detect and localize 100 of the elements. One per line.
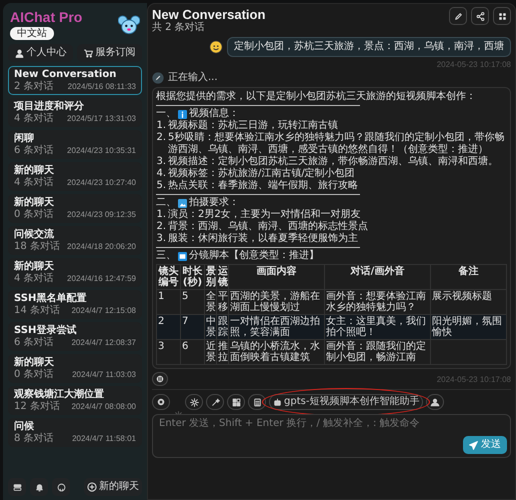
- send-button[interactable]: 发送: [463, 436, 507, 454]
- plus-circle-icon: [87, 482, 97, 492]
- conversation-time: 2024/4/23 10:35:31: [67, 145, 136, 156]
- message-count: 8 条对话: [14, 433, 54, 444]
- table-cell: 3: [156, 340, 180, 364]
- list-text: 演员：2男2女，主要为一对情侣和一对朋友: [168, 209, 361, 220]
- message-count: 4 条对话: [14, 273, 54, 284]
- list-text: 视频标题：苏杭三日游，玩转江南古镇: [168, 120, 338, 132]
- section-number: 二、: [156, 197, 176, 208]
- table-cell: 近景: [204, 340, 216, 364]
- film-icon: [178, 252, 187, 260]
- assistant-chip[interactable]: gpts-短视频脚本创作智能助手: [269, 394, 424, 410]
- list-number: 4.: [156, 168, 166, 180]
- conversation-time: 2024/4/23 10:27:40: [67, 177, 136, 188]
- fullscreen-button[interactable]: [493, 7, 511, 25]
- conversation-time: 2024/5/16 08:11:33: [68, 81, 136, 92]
- clear-button[interactable]: [248, 394, 266, 410]
- cart-icon: [84, 48, 92, 58]
- mouse-icon: [118, 14, 140, 34]
- message-count: 4 条对话: [14, 177, 54, 188]
- new-chat-button[interactable]: 新的聊天: [84, 478, 142, 496]
- conversation-item[interactable]: 新的聊天 4 条对话 2024/4/16 12:47:59: [8, 258, 142, 287]
- message-count: 0 条对话: [14, 369, 54, 380]
- typing-status: 正在输入...: [168, 72, 218, 84]
- conversation-time: 2024/4/7 11:58:01: [72, 433, 136, 444]
- conversation-title: SSH登录尝试: [14, 325, 78, 336]
- conversation-item[interactable]: 问候 8 条对话 2024/4/7 11:58:01: [8, 418, 142, 447]
- masks-button[interactable]: [227, 394, 245, 410]
- list-number: 3.: [156, 233, 166, 245]
- conversation-title: 项目进度和评分: [14, 101, 85, 112]
- share-button[interactable]: [471, 7, 489, 25]
- conversation-time: 2024/4/7 08:08:00: [71, 401, 136, 412]
- list-number: 1.: [156, 120, 166, 132]
- conversation-item[interactable]: 观察钱塘江大潮位置 12 条对话 2024/4/7 08:08:00: [8, 386, 142, 415]
- message-time: 2024-05-23 10:17:08: [436, 374, 511, 384]
- table-cell: 7: [180, 314, 204, 340]
- notifications-button[interactable]: [30, 478, 48, 496]
- stop-button[interactable]: [152, 394, 170, 410]
- profile-button[interactable]: 个人中心: [8, 44, 73, 62]
- list-text: 视频描述：定制小包团苏杭三天旅游，带你畅游西湖、乌镇、南浔和西塘。: [168, 156, 498, 168]
- table-cell: 推拉: [216, 340, 228, 364]
- column-header: 时长(秒): [180, 264, 204, 290]
- conversation-item[interactable]: 闲聊 6 条对话 2024/4/23 10:35:31: [8, 130, 142, 159]
- plugins-button[interactable]: [426, 394, 444, 410]
- settings-button[interactable]: [8, 478, 26, 496]
- table-cell: 2: [156, 314, 180, 340]
- message-count: 6 条对话: [14, 145, 54, 156]
- pause-icon: [156, 375, 164, 383]
- conversation-item[interactable]: 问候交流 18 条对话 2024/4/18 20:06:20: [8, 226, 142, 255]
- conversation-item[interactable]: 新的聊天 0 条对话 2024/4/7 11:03:03: [8, 354, 142, 383]
- column-header: 运镜: [216, 264, 228, 290]
- conversation-item[interactable]: 新的聊天 4 条对话 2024/4/23 10:27:40: [8, 162, 142, 191]
- conversation-title: 新的聊天: [14, 165, 55, 176]
- pause-button[interactable]: [152, 372, 168, 386]
- conversation-item[interactable]: SSH黑名单配置 14 条对话 2024/4/7 12:15:08: [8, 290, 142, 319]
- chat-title: New Conversation: [152, 7, 266, 22]
- prompt-button[interactable]: [206, 394, 224, 410]
- conversation-item[interactable]: 新的聊天 0 条对话 2024/4/23 09:12:35: [8, 194, 142, 223]
- list-icon: [252, 398, 262, 406]
- subscription-button[interactable]: 服务订阅: [77, 44, 142, 62]
- section-number: 一、: [156, 108, 176, 120]
- conversation-time: 2024/4/7 12:08:37: [71, 337, 136, 348]
- list-text: 5秒吸睛：想要体验江南水乡的独特魅力吗？跟随我们的定制小包团，带你畅游西湖、乌镇、南浔、西塘，感受古镇的悠然自得！（创意类型：推进）: [168, 132, 506, 156]
- column-header: 备注: [430, 264, 506, 290]
- bot-avatar-icon: [152, 72, 164, 84]
- table-cell: 6: [180, 340, 204, 364]
- conversation-item[interactable]: SSH登录尝试 6 条对话 2024/4/7 12:08:37: [8, 322, 142, 351]
- table-cell: 女主：这里真美，我们拍个照吧！: [324, 314, 430, 340]
- send-icon: [469, 440, 478, 450]
- conversation-title: 新的聊天: [14, 261, 55, 272]
- list-number: 2.: [156, 132, 166, 145]
- conversation-title: 闲聊: [14, 133, 35, 144]
- repository-button[interactable]: [52, 478, 70, 496]
- table-cell: 乌镇的小桥流水，水面倒映着古镇建筑: [228, 340, 324, 364]
- column-header: 画面内容: [228, 264, 324, 290]
- settings-button[interactable]: [185, 394, 203, 410]
- table-cell: 一对情侣在西湖边拍照，笑容满面: [228, 314, 324, 340]
- list-number: 2.: [156, 221, 166, 233]
- conversation-title: New Conversation: [14, 69, 118, 80]
- conversation-item[interactable]: 项目进度和评分 4 条对话 2024/5/17 13:31:03: [8, 98, 142, 127]
- section-heading: 分镜脚本【创意类型：推进】: [189, 250, 319, 262]
- conversation-title: 新的聊天: [14, 357, 55, 368]
- message-paragraph: 根据您提供的需求，以下是定制小包团苏杭三天旅游的短视频脚本创作：: [156, 91, 477, 103]
- column-header: 景别: [204, 264, 216, 290]
- dots-icon: [498, 12, 506, 20]
- people-icon: [430, 398, 440, 406]
- conversation-time: 2024/4/7 12:15:08: [71, 305, 136, 316]
- message-count: 18 条对话: [14, 241, 60, 252]
- smiley-icon: [209, 40, 223, 54]
- list-text: 热点关联：春季旅游、端午假期、旅行攻略: [168, 180, 358, 192]
- grid-icon: [232, 398, 240, 406]
- site-badge: 中文站: [10, 27, 54, 40]
- message-count: 0 条对话: [14, 209, 54, 220]
- robot-icon: [273, 398, 282, 406]
- column-header: 对话/画外音: [324, 264, 430, 290]
- table-cell: 阳光明媚，氛围愉快: [430, 314, 506, 340]
- rename-button[interactable]: [449, 7, 467, 25]
- info-icon: [178, 110, 187, 118]
- message-count: 2 条对话: [14, 81, 54, 92]
- conversation-item[interactable]: New Conversation 2 条对话 2024/5/16 08:11:33: [8, 66, 142, 95]
